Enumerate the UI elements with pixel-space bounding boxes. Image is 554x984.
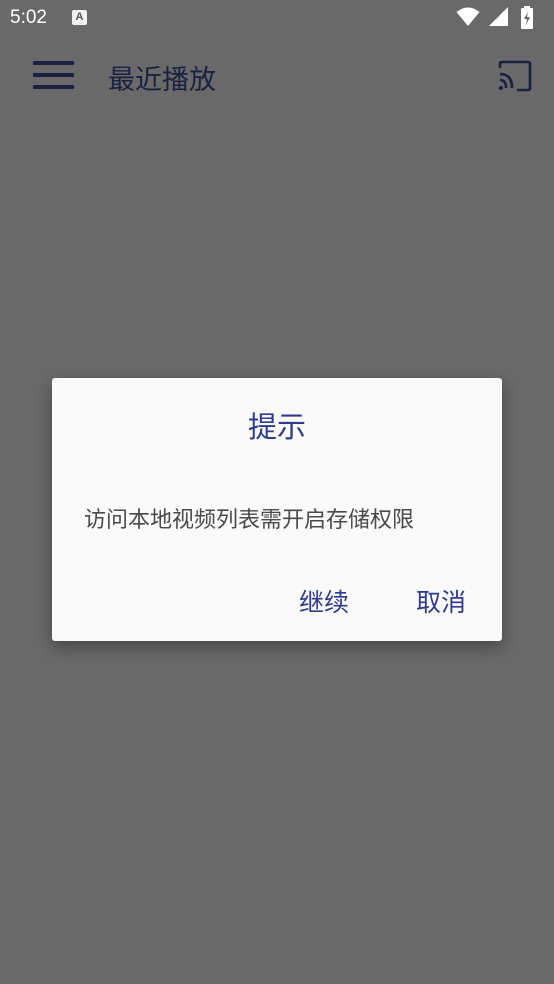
notification-a-icon: A bbox=[72, 10, 87, 25]
dialog-title: 提示 bbox=[247, 410, 306, 444]
status-bar: 5:02 A bbox=[0, 0, 554, 36]
cast-icon[interactable] bbox=[497, 60, 533, 92]
status-time: 5:02 bbox=[10, 7, 47, 28]
wifi-icon bbox=[456, 7, 480, 26]
cancel-button[interactable]: 取消 bbox=[416, 583, 466, 619]
continue-button[interactable]: 继续 bbox=[299, 583, 349, 619]
permission-dialog: 提示 访问本地视频列表需开启存储权限 继续 取消 bbox=[52, 378, 502, 641]
hamburger-menu-icon[interactable] bbox=[33, 61, 75, 91]
page-title: 最近播放 bbox=[108, 65, 216, 96]
dialog-message: 访问本地视频列表需开启存储权限 bbox=[84, 508, 415, 533]
screen: 5:02 A 最近播放 提示 访问本地视频列表需开启存储权限 继续 取消 bbox=[0, 0, 554, 984]
toolbar: 最近播放 bbox=[0, 36, 554, 116]
battery-charging-icon bbox=[521, 6, 533, 29]
signal-icon bbox=[489, 7, 508, 26]
